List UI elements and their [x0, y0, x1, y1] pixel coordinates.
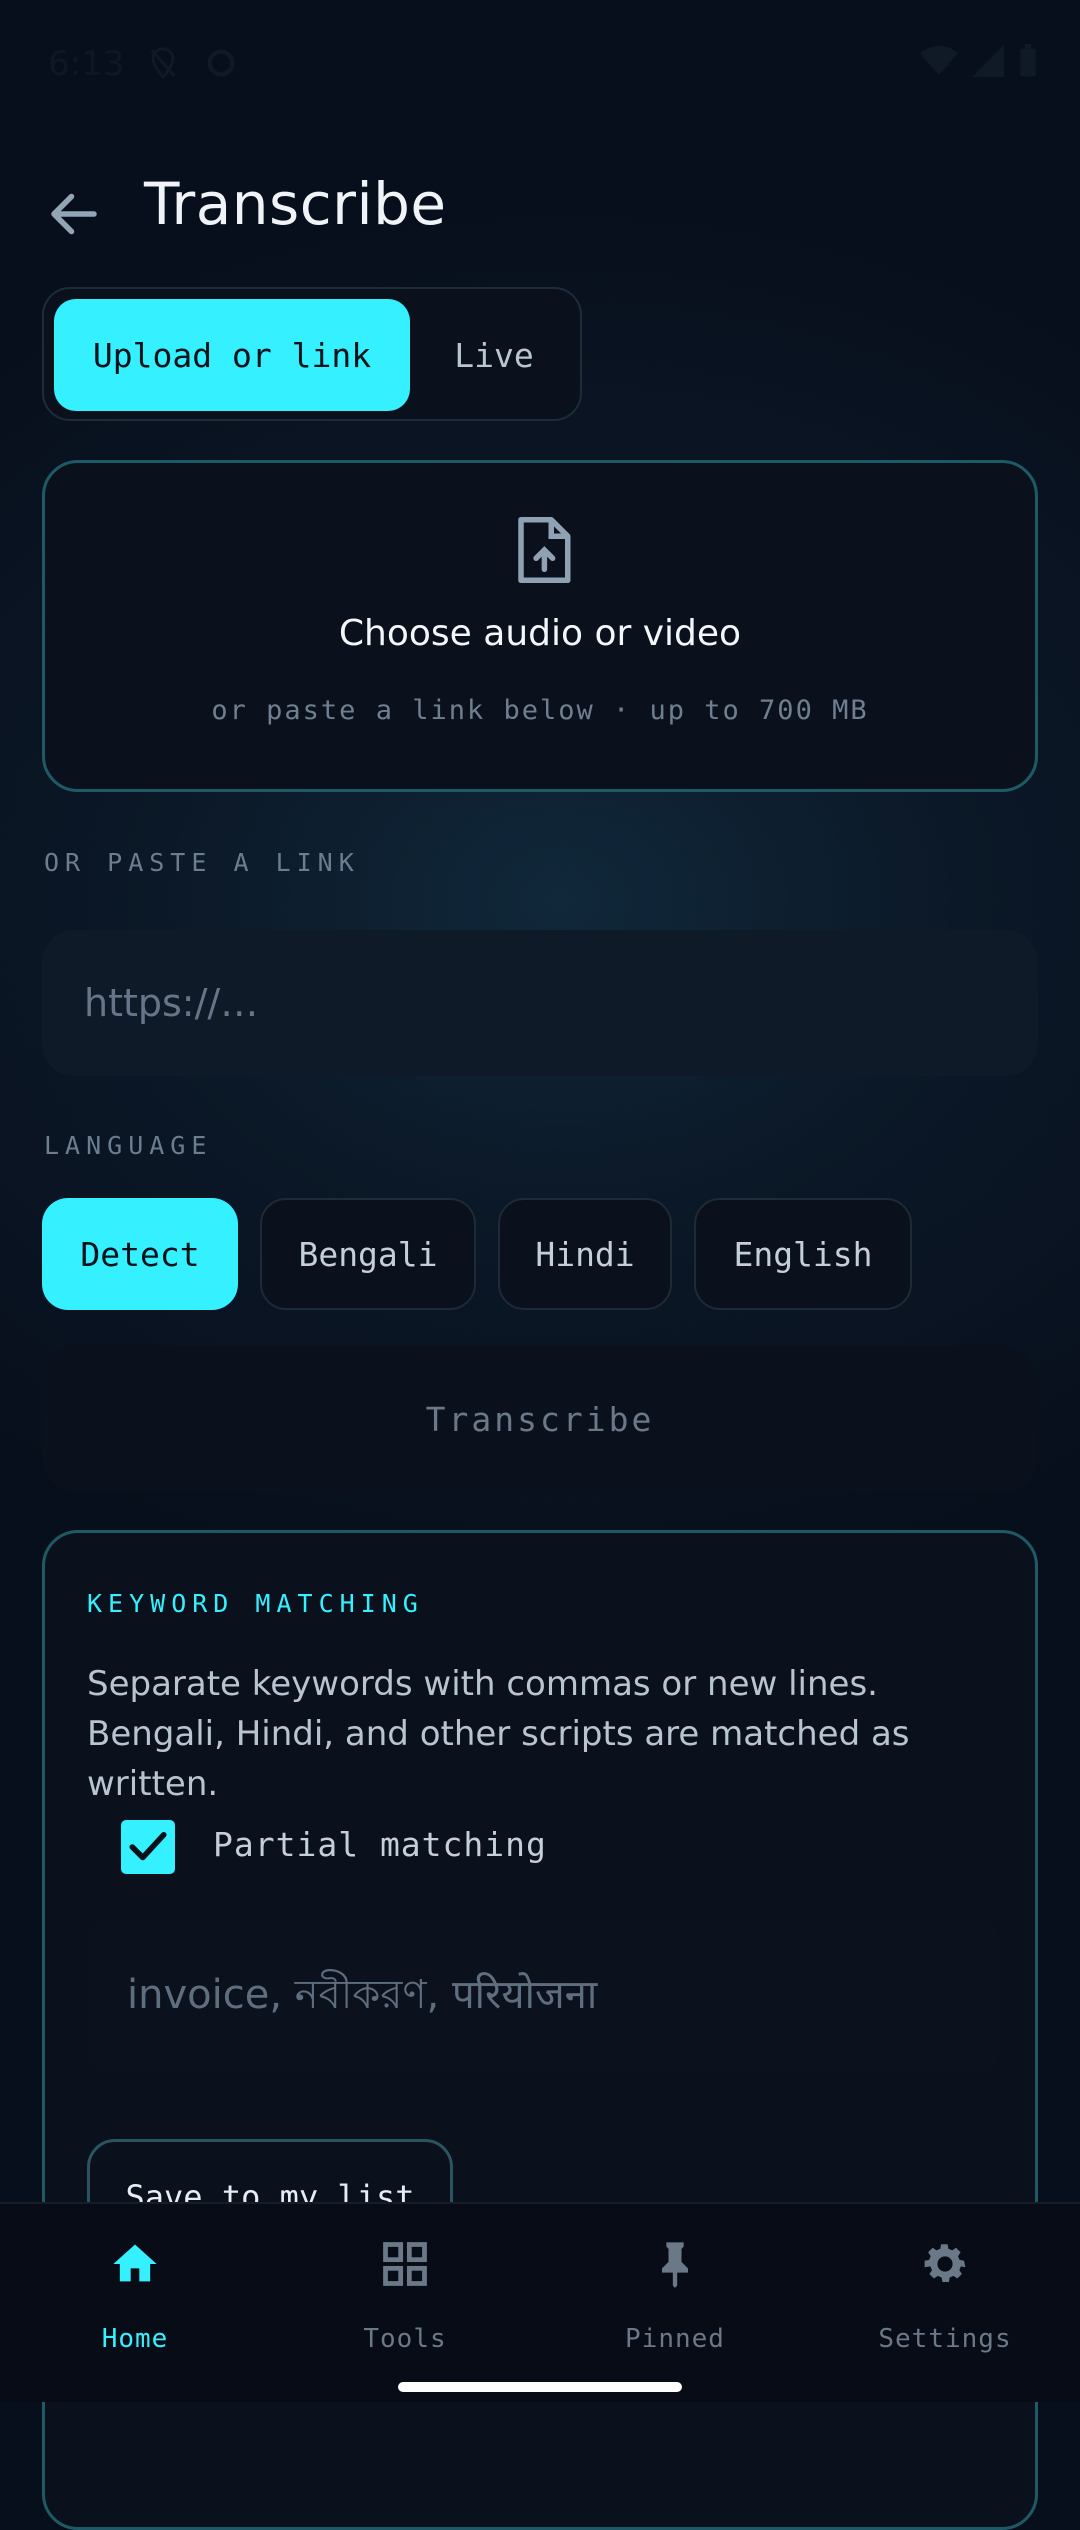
- gesture-handle: [398, 2382, 682, 2392]
- nav-settings[interactable]: Settings: [810, 2204, 1080, 2402]
- transcribe-button[interactable]: Transcribe: [42, 1346, 1038, 1492]
- nav-home-label: Home: [101, 2324, 169, 2354]
- signal-icon: [972, 45, 1004, 77]
- file-upload-icon: [518, 517, 571, 583]
- app-bar: Transcribe: [0, 160, 1080, 260]
- battery-icon: [1020, 44, 1036, 77]
- status-bar: 6:13: [0, 0, 1080, 130]
- check-icon: [129, 1831, 167, 1861]
- nav-tools[interactable]: Tools: [270, 2204, 540, 2402]
- status-time: 6:13: [48, 44, 125, 84]
- pin-icon: [662, 2242, 688, 2288]
- back-arrow-icon[interactable]: [44, 184, 104, 244]
- wifi-icon: [920, 45, 958, 76]
- nav-home[interactable]: Home: [0, 2204, 270, 2402]
- page-title: Transcribe: [144, 170, 447, 238]
- upload-heading: Choose audio or video: [338, 613, 742, 654]
- language-chip-detect[interactable]: Detect: [42, 1198, 238, 1310]
- partial-matching-checkbox[interactable]: [121, 1820, 175, 1874]
- home-icon: [113, 2244, 157, 2282]
- link-label: OR PASTE A LINK: [44, 848, 360, 877]
- keywords-input[interactable]: invoice, নবীকরণ, परियोजना: [87, 1921, 999, 2071]
- mode-live[interactable]: Live: [424, 299, 564, 411]
- language-chips: Detect Bengali Hindi English: [42, 1198, 912, 1310]
- nav-tools-label: Tools: [363, 2324, 447, 2354]
- nav-pinned-label: Pinned: [625, 2324, 725, 2354]
- partial-matching-label[interactable]: Partial matching: [213, 1825, 547, 1864]
- upload-subtext: or paste a link below · up to 700 MB: [211, 695, 869, 726]
- location-off-icon: [150, 47, 176, 80]
- language-chip-hindi[interactable]: Hindi: [498, 1198, 672, 1310]
- nav-settings-label: Settings: [878, 2324, 1012, 2354]
- keyword-title: KEYWORD MATCHING: [87, 1589, 424, 1618]
- language-chip-english[interactable]: English: [694, 1198, 912, 1310]
- bottom-navigation: Home Tools Pinned Settings: [0, 2202, 1080, 2402]
- grid-icon: [383, 2242, 427, 2286]
- link-input[interactable]: [42, 930, 1038, 1076]
- nav-pinned[interactable]: Pinned: [540, 2204, 810, 2402]
- keyword-description: Separate keywords with commas or new lin…: [87, 1664, 910, 1804]
- sync-icon: [207, 49, 235, 77]
- gear-icon: [924, 2244, 966, 2282]
- mode-segmented-control: Upload or link Live: [42, 287, 582, 421]
- language-label: LANGUAGE: [44, 1131, 213, 1160]
- language-chip-bengali[interactable]: Bengali: [260, 1198, 476, 1310]
- upload-dropzone[interactable]: Choose audio or video or paste a link be…: [42, 460, 1038, 792]
- mode-upload-or-link[interactable]: Upload or link: [54, 299, 410, 411]
